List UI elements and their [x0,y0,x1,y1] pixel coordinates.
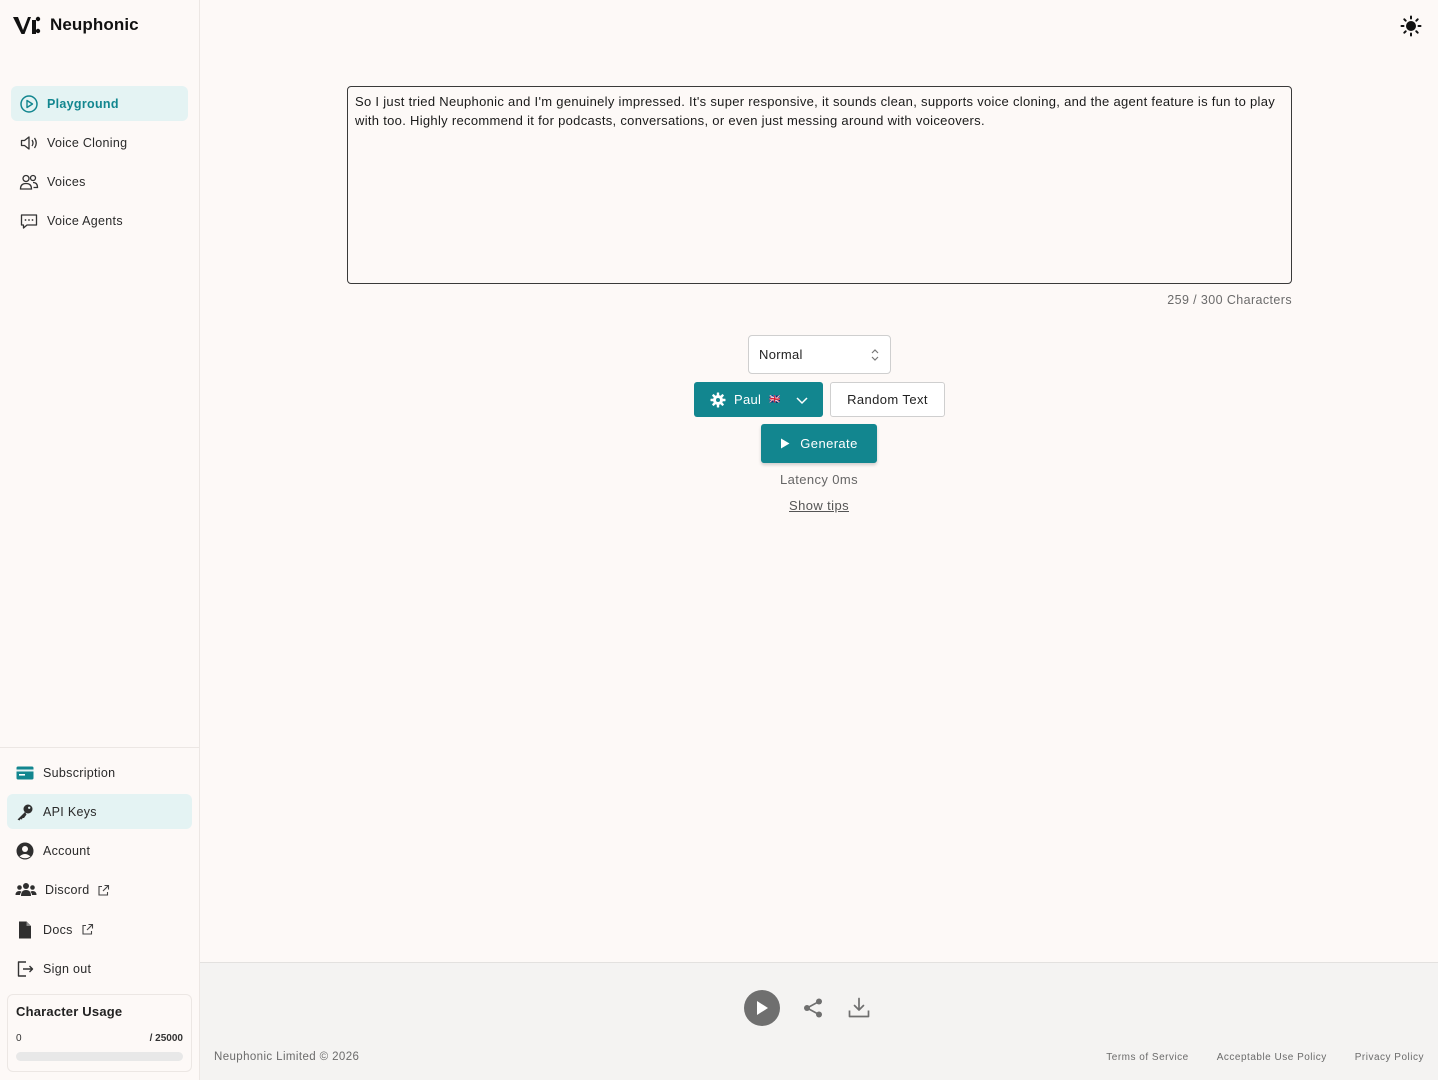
nav-item-voices[interactable]: Voices [11,164,188,199]
nav-item-voice-agents[interactable]: Voice Agents [11,203,188,238]
download-icon [848,997,870,1018]
nav-label: Docs [43,922,73,937]
copyright-text: Neuphonic Limited © 2026 [214,1051,360,1063]
character-usage-card: Character Usage 0 / 25000 [7,994,192,1072]
nav-item-playground[interactable]: Playground [11,86,188,121]
random-text-button[interactable]: Random Text [830,382,945,417]
usage-title: Character Usage [16,1004,123,1019]
footer-links: Terms of Service Acceptable Use Policy P… [1106,1052,1424,1063]
voice-name: Paul [734,392,762,407]
external-link-icon [98,884,110,896]
sidebar-divider [0,747,200,748]
share-icon [804,998,822,1018]
nav-item-sign-out[interactable]: Sign out [7,951,192,986]
nav-item-subscription[interactable]: Subscription [7,755,192,790]
download-button[interactable] [846,995,872,1021]
speaker-icon [20,135,37,150]
brand-logo[interactable]: Neuphonic [12,12,139,38]
chevron-down-icon [796,396,808,404]
document-icon [19,921,31,939]
acceptable-use-policy-link[interactable]: Acceptable Use Policy [1217,1052,1327,1063]
footer-player-bar: Neuphonic Limited © 2026 Terms of Servic… [200,962,1438,1080]
nav-label: Subscription [43,765,116,780]
audio-play-button[interactable] [744,990,780,1026]
terms-of-service-link[interactable]: Terms of Service [1106,1052,1188,1063]
gear-icon [710,392,726,407]
nav-item-api-keys[interactable]: API Keys [7,794,192,830]
usage-used: 0 [16,1033,22,1044]
usage-values: 0 / 25000 [16,1033,183,1044]
sidebar: Neuphonic Playground Voice Cloning Voice… [0,0,200,1080]
nav-label: Voice Agents [47,213,123,228]
uk-flag-icon: 🇬🇧 [769,394,781,404]
nav-item-docs[interactable]: Docs [7,912,192,947]
nav-label: Voices [47,174,86,189]
up-down-chevron-icon [871,348,879,361]
play-icon [757,1001,768,1015]
credit-card-icon [16,766,34,779]
nav-label: API Keys [43,804,97,819]
play-circle-icon [20,94,38,113]
usage-progress-bar [16,1052,183,1061]
nav-item-discord[interactable]: Discord [7,873,192,908]
theme-toggle-button[interactable] [1399,14,1423,38]
share-button[interactable] [800,995,826,1021]
nav-label: Discord [45,883,90,898]
voice-select-button[interactable]: Paul 🇬🇧 [694,382,823,417]
audio-player [744,990,872,1026]
speed-selected-value: Normal [759,347,803,362]
generate-button[interactable]: Generate [761,424,877,463]
primary-nav: Playground Voice Cloning Voices Voice Ag… [11,86,188,242]
show-tips-link[interactable]: Show tips [700,498,938,513]
chat-bubble-icon [20,213,38,229]
key-icon [17,804,33,821]
users-icon [19,174,39,190]
secondary-nav: Subscription API Keys Account Discord Do… [7,755,192,991]
brand-name: Neuphonic [50,15,139,34]
external-link-icon [82,924,93,935]
nav-label: Voice Cloning [47,135,128,150]
user-circle-icon [16,842,34,860]
nav-item-account[interactable]: Account [7,834,192,869]
sign-out-icon [17,961,34,977]
nav-label: Account [43,844,91,859]
character-count: 259 / 300 Characters [1167,293,1292,307]
nav-label: Sign out [43,961,92,976]
usage-max: / 25000 [149,1033,183,1044]
nav-label: Playground [47,96,119,111]
play-icon [781,438,790,449]
generate-label: Generate [800,436,858,451]
latency-readout: Latency 0ms [779,472,859,487]
privacy-policy-link[interactable]: Privacy Policy [1355,1052,1424,1063]
sun-icon [1400,15,1422,37]
text-input[interactable]: So I just tried Neuphonic and I'm genuin… [347,86,1292,284]
community-icon [15,883,37,897]
neuphonic-logo-icon [13,16,41,34]
speed-select[interactable]: Normal [748,335,891,374]
nav-item-voice-cloning[interactable]: Voice Cloning [11,125,188,160]
